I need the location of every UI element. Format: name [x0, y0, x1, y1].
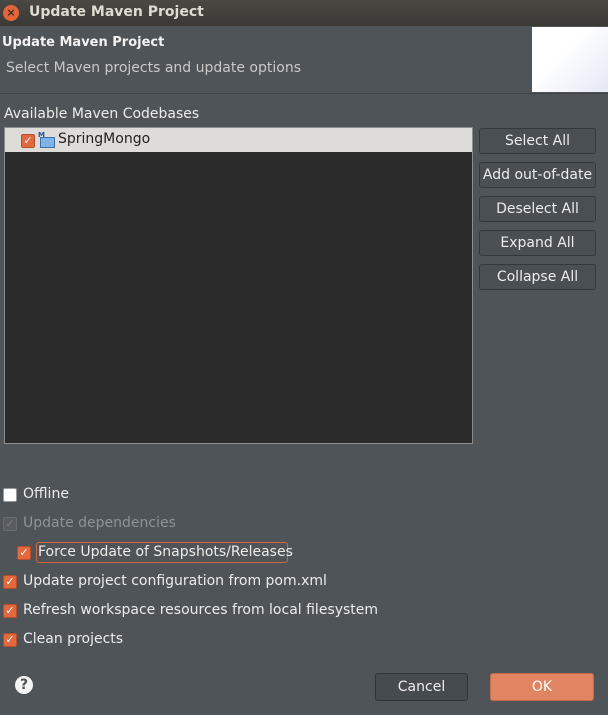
clean-projects-label: Clean projects — [23, 631, 124, 647]
cancel-button[interactable]: Cancel — [375, 673, 468, 701]
offline-label: Offline — [23, 486, 69, 502]
ok-button[interactable]: OK — [490, 673, 594, 701]
banner-image — [532, 27, 608, 92]
select-all-button[interactable]: Select All — [479, 128, 596, 154]
add-out-of-date-button[interactable]: Add out-of-date — [479, 162, 596, 188]
refresh-workspace-label: Refresh workspace resources from local f… — [23, 602, 379, 618]
maven-folder-icon: M — [38, 131, 55, 148]
refresh-workspace-checkbox[interactable]: ✓ — [3, 604, 17, 618]
update-config-checkbox[interactable]: ✓ — [3, 575, 17, 589]
clean-projects-checkbox[interactable]: ✓ — [3, 633, 17, 647]
update-dependencies-checkbox: ✓ — [3, 517, 17, 531]
help-icon[interactable]: ? — [15, 676, 33, 694]
codebases-tree[interactable]: ✓ M SpringMongo — [4, 127, 473, 444]
expand-all-button[interactable]: Expand All — [479, 230, 596, 256]
divider — [0, 93, 608, 94]
force-update-checkbox[interactable]: ✓ — [17, 546, 31, 560]
title-bar: × Update Maven Project — [0, 0, 608, 26]
collapse-all-button[interactable]: Collapse All — [479, 264, 596, 290]
offline-checkbox[interactable]: ✓ — [3, 488, 17, 502]
codebases-label: Available Maven Codebases — [4, 106, 200, 122]
page-title: Update Maven Project — [2, 35, 165, 50]
window-title: Update Maven Project — [29, 4, 204, 20]
tree-item[interactable]: ✓ M SpringMongo — [5, 128, 472, 152]
close-icon[interactable]: × — [3, 5, 19, 21]
page-subtitle: Select Maven projects and update options — [6, 60, 301, 76]
tree-item-checkbox[interactable]: ✓ — [21, 134, 35, 148]
tree-item-label: SpringMongo — [58, 131, 151, 147]
deselect-all-button[interactable]: Deselect All — [479, 196, 596, 222]
update-dependencies-label: Update dependencies — [23, 515, 176, 531]
update-config-label: Update project configuration from pom.xm… — [23, 573, 327, 589]
force-update-label: Force Update of Snapshots/Releases — [38, 544, 293, 560]
